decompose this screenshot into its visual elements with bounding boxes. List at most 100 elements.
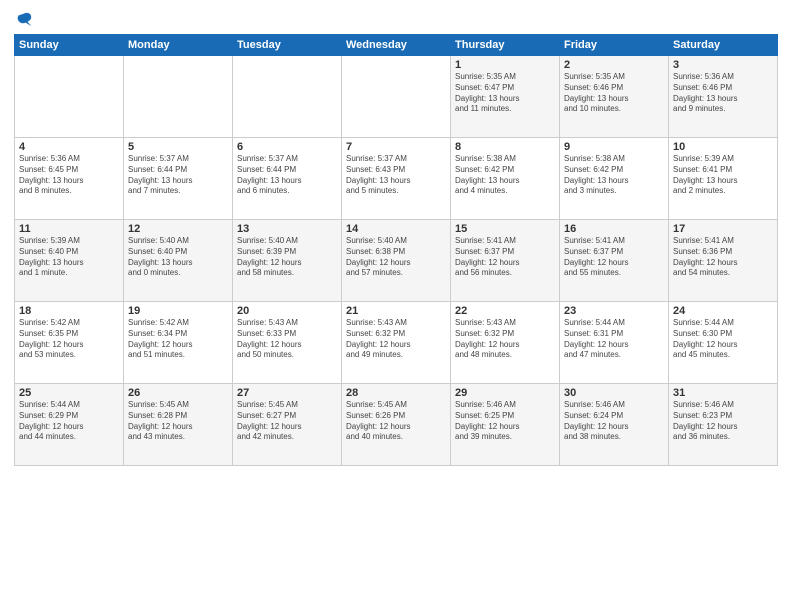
weekday-header-saturday: Saturday	[669, 35, 778, 56]
calendar-cell: 3Sunrise: 5:36 AMSunset: 6:46 PMDaylight…	[669, 56, 778, 138]
day-info: Sunrise: 5:42 AMSunset: 6:35 PMDaylight:…	[19, 318, 119, 361]
calendar-cell: 21Sunrise: 5:43 AMSunset: 6:32 PMDayligh…	[342, 302, 451, 384]
calendar-week-row: 11Sunrise: 5:39 AMSunset: 6:40 PMDayligh…	[15, 220, 778, 302]
calendar-cell: 12Sunrise: 5:40 AMSunset: 6:40 PMDayligh…	[124, 220, 233, 302]
day-info: Sunrise: 5:39 AMSunset: 6:41 PMDaylight:…	[673, 154, 773, 197]
weekday-header-sunday: Sunday	[15, 35, 124, 56]
calendar-cell: 2Sunrise: 5:35 AMSunset: 6:46 PMDaylight…	[560, 56, 669, 138]
calendar-cell: 6Sunrise: 5:37 AMSunset: 6:44 PMDaylight…	[233, 138, 342, 220]
day-number: 12	[128, 223, 228, 235]
calendar-cell	[342, 56, 451, 138]
day-info: Sunrise: 5:37 AMSunset: 6:44 PMDaylight:…	[237, 154, 337, 197]
day-info: Sunrise: 5:38 AMSunset: 6:42 PMDaylight:…	[564, 154, 664, 197]
calendar-cell: 7Sunrise: 5:37 AMSunset: 6:43 PMDaylight…	[342, 138, 451, 220]
day-info: Sunrise: 5:41 AMSunset: 6:37 PMDaylight:…	[455, 236, 555, 279]
day-info: Sunrise: 5:43 AMSunset: 6:32 PMDaylight:…	[346, 318, 446, 361]
day-number: 23	[564, 305, 664, 317]
calendar-cell: 18Sunrise: 5:42 AMSunset: 6:35 PMDayligh…	[15, 302, 124, 384]
day-number: 26	[128, 387, 228, 399]
day-info: Sunrise: 5:40 AMSunset: 6:39 PMDaylight:…	[237, 236, 337, 279]
day-info: Sunrise: 5:44 AMSunset: 6:30 PMDaylight:…	[673, 318, 773, 361]
calendar-cell: 4Sunrise: 5:36 AMSunset: 6:45 PMDaylight…	[15, 138, 124, 220]
day-number: 19	[128, 305, 228, 317]
calendar-week-row: 1Sunrise: 5:35 AMSunset: 6:47 PMDaylight…	[15, 56, 778, 138]
day-info: Sunrise: 5:44 AMSunset: 6:31 PMDaylight:…	[564, 318, 664, 361]
calendar-cell: 30Sunrise: 5:46 AMSunset: 6:24 PMDayligh…	[560, 384, 669, 466]
day-info: Sunrise: 5:37 AMSunset: 6:44 PMDaylight:…	[128, 154, 228, 197]
calendar-cell: 11Sunrise: 5:39 AMSunset: 6:40 PMDayligh…	[15, 220, 124, 302]
day-number: 14	[346, 223, 446, 235]
day-number: 22	[455, 305, 555, 317]
calendar-cell: 23Sunrise: 5:44 AMSunset: 6:31 PMDayligh…	[560, 302, 669, 384]
day-number: 9	[564, 141, 664, 153]
calendar-cell: 5Sunrise: 5:37 AMSunset: 6:44 PMDaylight…	[124, 138, 233, 220]
calendar-cell: 20Sunrise: 5:43 AMSunset: 6:33 PMDayligh…	[233, 302, 342, 384]
day-info: Sunrise: 5:37 AMSunset: 6:43 PMDaylight:…	[346, 154, 446, 197]
day-info: Sunrise: 5:45 AMSunset: 6:27 PMDaylight:…	[237, 400, 337, 443]
day-number: 16	[564, 223, 664, 235]
day-number: 29	[455, 387, 555, 399]
logo-bird-icon	[15, 10, 33, 28]
day-number: 4	[19, 141, 119, 153]
weekday-header-row: SundayMondayTuesdayWednesdayThursdayFrid…	[15, 35, 778, 56]
day-number: 11	[19, 223, 119, 235]
day-number: 1	[455, 59, 555, 71]
calendar-cell: 28Sunrise: 5:45 AMSunset: 6:26 PMDayligh…	[342, 384, 451, 466]
calendar-cell: 22Sunrise: 5:43 AMSunset: 6:32 PMDayligh…	[451, 302, 560, 384]
day-info: Sunrise: 5:45 AMSunset: 6:26 PMDaylight:…	[346, 400, 446, 443]
day-number: 5	[128, 141, 228, 153]
calendar-cell: 25Sunrise: 5:44 AMSunset: 6:29 PMDayligh…	[15, 384, 124, 466]
weekday-header-tuesday: Tuesday	[233, 35, 342, 56]
day-info: Sunrise: 5:41 AMSunset: 6:37 PMDaylight:…	[564, 236, 664, 279]
calendar-cell: 15Sunrise: 5:41 AMSunset: 6:37 PMDayligh…	[451, 220, 560, 302]
day-info: Sunrise: 5:46 AMSunset: 6:24 PMDaylight:…	[564, 400, 664, 443]
calendar-week-row: 4Sunrise: 5:36 AMSunset: 6:45 PMDaylight…	[15, 138, 778, 220]
calendar-cell: 10Sunrise: 5:39 AMSunset: 6:41 PMDayligh…	[669, 138, 778, 220]
page-container: SundayMondayTuesdayWednesdayThursdayFrid…	[0, 0, 792, 472]
calendar-cell: 24Sunrise: 5:44 AMSunset: 6:30 PMDayligh…	[669, 302, 778, 384]
day-number: 3	[673, 59, 773, 71]
day-info: Sunrise: 5:40 AMSunset: 6:40 PMDaylight:…	[128, 236, 228, 279]
day-info: Sunrise: 5:38 AMSunset: 6:42 PMDaylight:…	[455, 154, 555, 197]
calendar-cell: 26Sunrise: 5:45 AMSunset: 6:28 PMDayligh…	[124, 384, 233, 466]
calendar-cell: 16Sunrise: 5:41 AMSunset: 6:37 PMDayligh…	[560, 220, 669, 302]
day-number: 8	[455, 141, 555, 153]
day-number: 24	[673, 305, 773, 317]
calendar-cell	[15, 56, 124, 138]
day-info: Sunrise: 5:45 AMSunset: 6:28 PMDaylight:…	[128, 400, 228, 443]
day-number: 15	[455, 223, 555, 235]
logo	[14, 10, 33, 28]
calendar-cell: 17Sunrise: 5:41 AMSunset: 6:36 PMDayligh…	[669, 220, 778, 302]
day-number: 21	[346, 305, 446, 317]
day-number: 7	[346, 141, 446, 153]
day-info: Sunrise: 5:36 AMSunset: 6:46 PMDaylight:…	[673, 72, 773, 115]
day-info: Sunrise: 5:36 AMSunset: 6:45 PMDaylight:…	[19, 154, 119, 197]
day-info: Sunrise: 5:44 AMSunset: 6:29 PMDaylight:…	[19, 400, 119, 443]
day-info: Sunrise: 5:35 AMSunset: 6:46 PMDaylight:…	[564, 72, 664, 115]
day-number: 10	[673, 141, 773, 153]
day-number: 13	[237, 223, 337, 235]
day-number: 31	[673, 387, 773, 399]
calendar-cell: 29Sunrise: 5:46 AMSunset: 6:25 PMDayligh…	[451, 384, 560, 466]
calendar-cell: 1Sunrise: 5:35 AMSunset: 6:47 PMDaylight…	[451, 56, 560, 138]
calendar-cell: 31Sunrise: 5:46 AMSunset: 6:23 PMDayligh…	[669, 384, 778, 466]
calendar-cell: 19Sunrise: 5:42 AMSunset: 6:34 PMDayligh…	[124, 302, 233, 384]
calendar-cell: 14Sunrise: 5:40 AMSunset: 6:38 PMDayligh…	[342, 220, 451, 302]
day-number: 30	[564, 387, 664, 399]
day-info: Sunrise: 5:39 AMSunset: 6:40 PMDaylight:…	[19, 236, 119, 279]
day-info: Sunrise: 5:42 AMSunset: 6:34 PMDaylight:…	[128, 318, 228, 361]
calendar-cell: 27Sunrise: 5:45 AMSunset: 6:27 PMDayligh…	[233, 384, 342, 466]
calendar-week-row: 25Sunrise: 5:44 AMSunset: 6:29 PMDayligh…	[15, 384, 778, 466]
calendar-cell	[233, 56, 342, 138]
day-number: 6	[237, 141, 337, 153]
day-number: 27	[237, 387, 337, 399]
calendar-table: SundayMondayTuesdayWednesdayThursdayFrid…	[14, 34, 778, 466]
calendar-cell	[124, 56, 233, 138]
weekday-header-friday: Friday	[560, 35, 669, 56]
day-info: Sunrise: 5:46 AMSunset: 6:23 PMDaylight:…	[673, 400, 773, 443]
day-number: 2	[564, 59, 664, 71]
day-info: Sunrise: 5:43 AMSunset: 6:33 PMDaylight:…	[237, 318, 337, 361]
day-number: 17	[673, 223, 773, 235]
day-info: Sunrise: 5:46 AMSunset: 6:25 PMDaylight:…	[455, 400, 555, 443]
weekday-header-monday: Monday	[124, 35, 233, 56]
